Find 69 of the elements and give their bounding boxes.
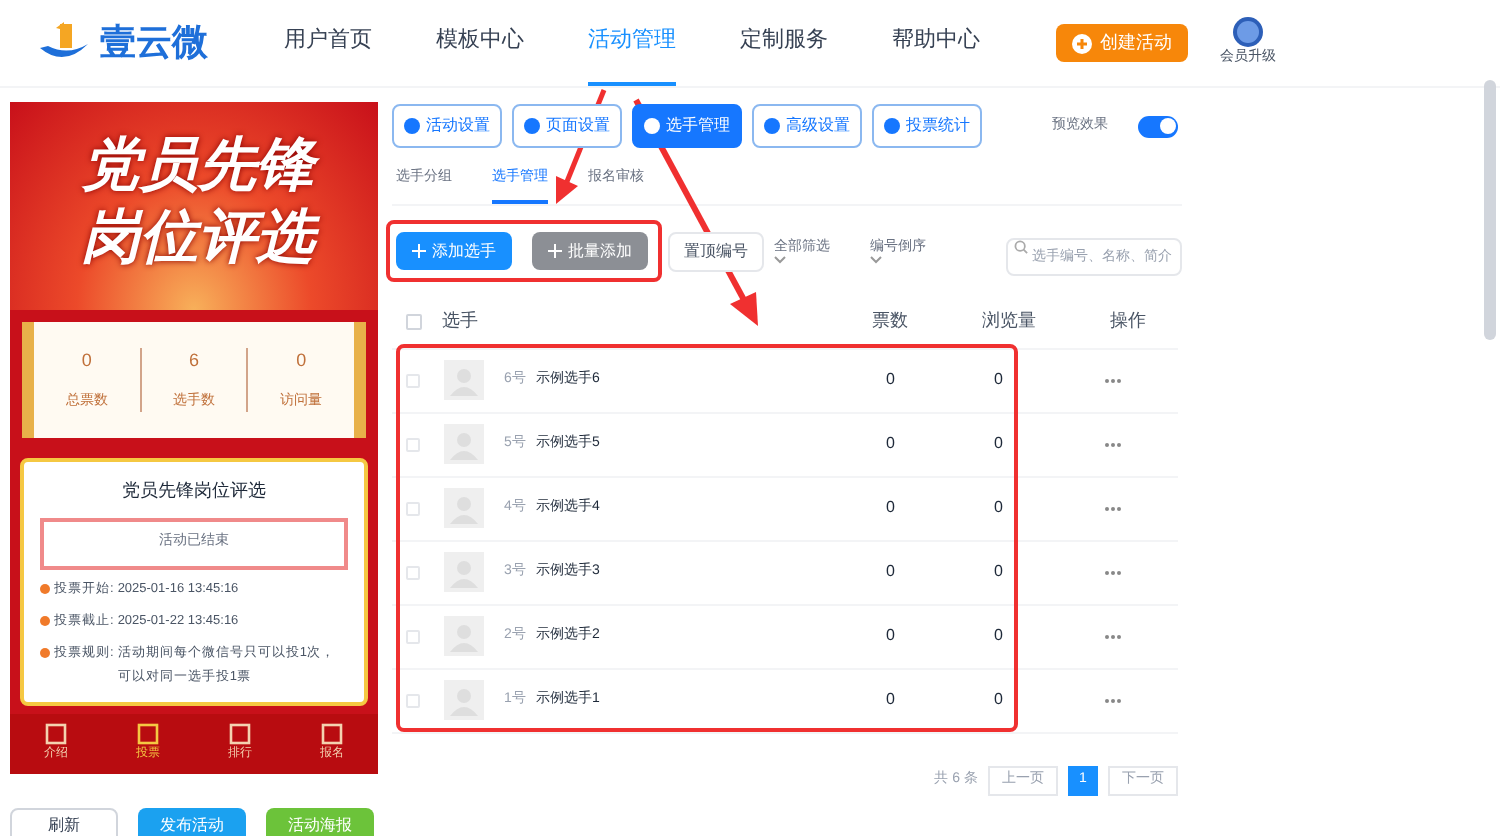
plus-circle-icon [1072, 33, 1092, 53]
plus-icon [548, 244, 562, 258]
avatar-icon [444, 488, 484, 528]
plus-icon [412, 244, 426, 258]
nav-link[interactable]: 用户首页 [284, 0, 372, 86]
column-header: 浏览量 [982, 308, 1038, 335]
row-checkbox[interactable] [406, 437, 420, 451]
logo-text: 壹云微 [100, 20, 210, 66]
more-icon[interactable] [1104, 697, 1122, 703]
nav-link[interactable]: 帮助中心 [892, 0, 980, 86]
bullet-icon [40, 647, 50, 657]
pin-number-button[interactable]: 置顶编号 [668, 231, 764, 271]
view-count: 0 [994, 432, 1005, 456]
bullet-icon [40, 583, 50, 593]
chevron-icon [774, 256, 786, 264]
avatar-icon [444, 360, 484, 400]
more-icon[interactable] [1104, 505, 1122, 511]
vote-count: 0 [886, 560, 897, 584]
toolbar-tab[interactable]: 选手管理 [632, 104, 742, 148]
chevron-icon [870, 256, 882, 264]
vote-count: 0 [886, 496, 897, 520]
bullet-icon [40, 615, 50, 625]
toolbar-tab[interactable]: 投票统计 [872, 104, 982, 148]
avatar-icon [444, 616, 484, 656]
avatar-icon [444, 552, 484, 592]
column-header: 选手 [442, 308, 480, 335]
vote-count: 0 [886, 688, 897, 712]
view-count: 0 [994, 688, 1005, 712]
add-contestant-button[interactable]: 添加选手 [396, 232, 512, 270]
stat-value: 0 [296, 348, 307, 374]
toolbar-tab[interactable]: 高级设置 [752, 104, 862, 148]
vote-count: 0 [886, 368, 897, 392]
row-checkbox[interactable] [406, 693, 420, 707]
more-icon[interactable] [1104, 569, 1122, 575]
view-count: 0 [994, 496, 1005, 520]
row-checkbox[interactable] [406, 565, 420, 579]
nav-link[interactable]: 模板中心 [436, 0, 524, 86]
vote-count: 0 [886, 432, 897, 456]
view-count: 0 [994, 368, 1005, 392]
preview-toggle[interactable] [1138, 115, 1178, 137]
more-icon[interactable] [1104, 377, 1122, 383]
avatar-icon [444, 680, 484, 720]
more-icon[interactable] [1104, 441, 1122, 447]
column-header: 票数 [872, 308, 910, 335]
card-title: 党员先锋岗位评选 [120, 478, 268, 504]
create-activity-button[interactable]: 创建活动 [1056, 24, 1188, 62]
more-icon[interactable] [1104, 633, 1122, 639]
scrollbar[interactable] [1484, 80, 1496, 340]
toolbar-tab[interactable]: 活动设置 [392, 104, 502, 148]
view-count: 0 [994, 624, 1005, 648]
stat-value: 0 [81, 348, 92, 374]
row-checkbox[interactable] [406, 629, 420, 643]
batch-add-button[interactable]: 批量添加 [532, 232, 648, 270]
row-checkbox[interactable] [406, 501, 420, 515]
action-button[interactable]: 发布活动 [138, 807, 246, 836]
banner-title: 党员先锋岗位评选 [62, 130, 334, 274]
nav-link[interactable]: 活动管理 [588, 0, 676, 86]
avatar-icon [444, 424, 484, 464]
vip-badge-icon [1230, 16, 1266, 49]
stat-value: 6 [189, 348, 200, 374]
select-all-checkbox[interactable] [406, 314, 422, 330]
search-icon [1014, 239, 1028, 253]
column-header: 操作 [1110, 308, 1146, 335]
toolbar-tab[interactable]: 页面设置 [512, 104, 622, 148]
action-button[interactable]: 刷新 [10, 807, 118, 836]
view-count: 0 [994, 560, 1005, 584]
nav-link[interactable]: 定制服务 [740, 0, 828, 86]
vote-count: 0 [886, 624, 897, 648]
row-checkbox[interactable] [406, 373, 420, 387]
